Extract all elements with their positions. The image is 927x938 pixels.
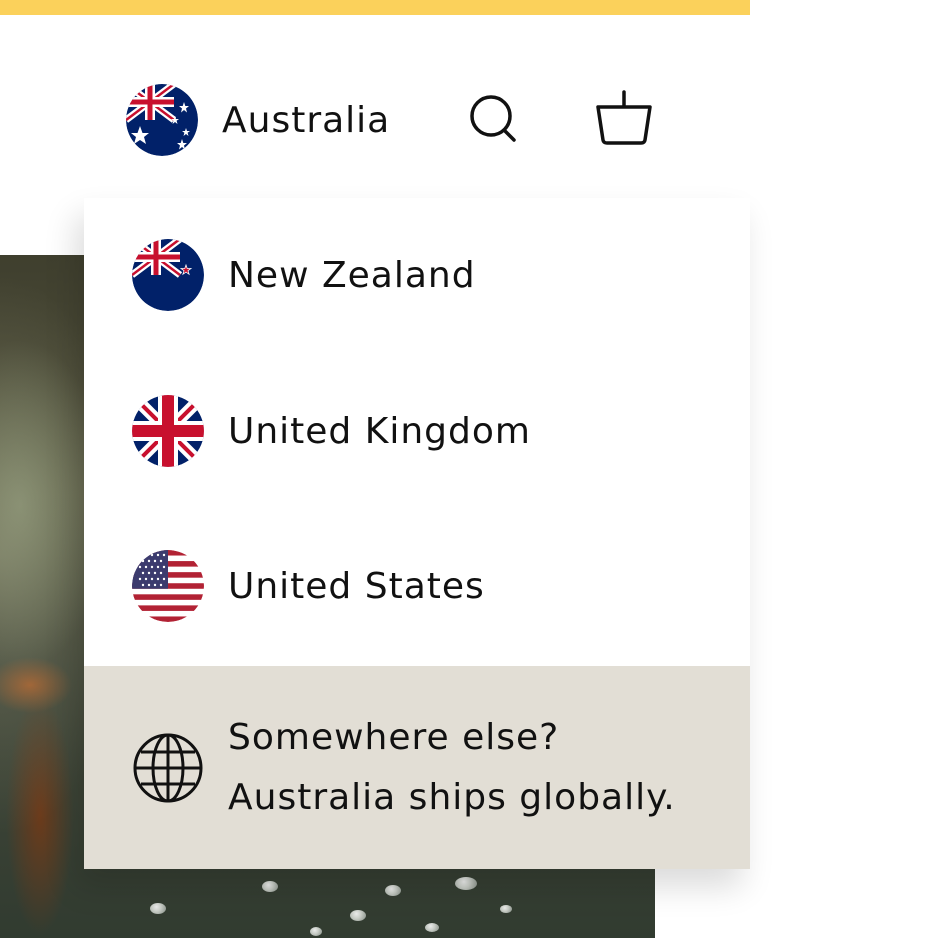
- cart-button[interactable]: [592, 86, 656, 148]
- country-option-label: United Kingdom: [228, 410, 531, 452]
- somewhere-else-line: Somewhere else?: [228, 716, 560, 758]
- search-button[interactable]: [466, 90, 522, 146]
- ships-globally-line: Australia ships globally.: [228, 776, 676, 818]
- new-zealand-flag-icon: [132, 239, 204, 311]
- country-option-united-kingdom[interactable]: United Kingdom: [84, 381, 750, 481]
- ships-globally-notice: Somewhere else? Australia ships globally…: [84, 666, 750, 869]
- australia-flag-icon: [126, 84, 198, 156]
- basket-icon: [596, 90, 652, 145]
- country-option-label: New Zealand: [228, 254, 476, 296]
- country-option-united-states[interactable]: United States: [84, 536, 750, 636]
- country-option-new-zealand[interactable]: New Zealand: [84, 225, 750, 325]
- announcement-bar: [0, 0, 750, 15]
- country-selector[interactable]: Australia: [126, 84, 390, 156]
- country-dropdown: New Zealand United Kingdom United States…: [84, 198, 750, 869]
- united-states-flag-icon: [132, 550, 204, 622]
- united-kingdom-flag-icon: [132, 395, 204, 467]
- ships-globally-text: Somewhere else? Australia ships globally…: [228, 708, 676, 828]
- country-option-label: United States: [228, 565, 485, 607]
- selected-country-label: Australia: [222, 99, 391, 141]
- search-icon: [470, 95, 516, 142]
- globe-icon: [133, 733, 203, 802]
